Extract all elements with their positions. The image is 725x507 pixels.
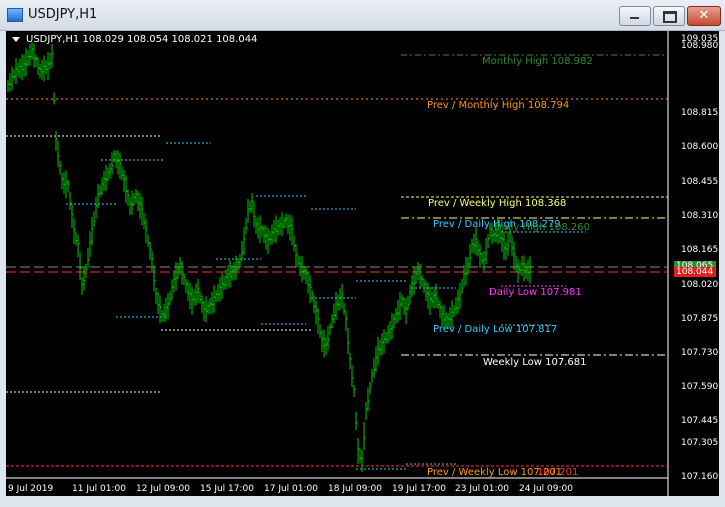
maximize-icon bbox=[663, 11, 677, 23]
maximize-button[interactable] bbox=[653, 6, 685, 26]
time-tick-label: 11 Jul 01:00 bbox=[72, 484, 126, 494]
current-price-tag: 108.044 bbox=[674, 267, 716, 277]
chart-canvas[interactable] bbox=[6, 31, 719, 496]
terminal-window: USDJPY,H1 ✕ USDJPY,H1 108.029 108.054 10… bbox=[0, 0, 725, 507]
price-tick-label: 107.445 bbox=[681, 416, 719, 426]
time-tick-label: 18 Jul 09:00 bbox=[328, 484, 382, 494]
symbol-info-bar[interactable]: USDJPY,H1 108.029 108.054 108.021 108.04… bbox=[12, 34, 257, 45]
daily-low-label: Daily Low 107.981 bbox=[489, 287, 582, 298]
price-tick-label: 108.980 bbox=[681, 41, 719, 51]
monthly-high-label: Monthly High 108.982 bbox=[482, 56, 593, 67]
minimize-button[interactable] bbox=[619, 6, 651, 26]
close-icon: ✕ bbox=[698, 8, 710, 23]
daily-high-label: Daily High 108.260 bbox=[494, 222, 590, 233]
time-tick-label: 12 Jul 09:00 bbox=[136, 484, 190, 494]
symbol-info-text: USDJPY,H1 108.029 108.054 108.021 108.04… bbox=[26, 34, 258, 45]
time-tick-label: 24 Jul 09:00 bbox=[519, 484, 573, 494]
price-tick-label: 108.600 bbox=[681, 142, 719, 152]
minimize-icon bbox=[630, 17, 639, 19]
prev-daily-low-label: Prev / Daily Low 107.817 bbox=[433, 324, 558, 335]
time-tick-label: 23 Jul 01:00 bbox=[455, 484, 509, 494]
price-tick-label: 107.730 bbox=[681, 348, 719, 358]
price-tick-label: 108.020 bbox=[681, 280, 719, 290]
time-tick-label: 15 Jul 17:00 bbox=[200, 484, 254, 494]
time-tick-label: 19 Jul 17:00 bbox=[392, 484, 446, 494]
price-tick-label: 108.815 bbox=[681, 108, 719, 118]
prev-monthly-high-label: Prev / Monthly High 108.794 bbox=[427, 100, 570, 111]
weekly-low-label: Weekly Low 107.681 bbox=[483, 357, 587, 368]
prev-weekly-low-label: Prev / Weekly Low 107.201 bbox=[427, 467, 563, 478]
price-tick-label: 107.160 bbox=[681, 472, 719, 482]
time-tick-label: 9 Jul 2019 bbox=[8, 484, 54, 494]
price-tick-label: 108.310 bbox=[681, 211, 719, 221]
price-tick-label: 108.165 bbox=[681, 245, 719, 255]
prev-weekly-high-label: Prev / Weekly High 108.368 bbox=[428, 198, 567, 209]
price-tick-label: 108.455 bbox=[681, 177, 719, 187]
price-tick-label: 107.875 bbox=[681, 314, 719, 324]
period-segments bbox=[6, 135, 456, 470]
price-tick-label: 107.590 bbox=[681, 382, 719, 392]
price-tick-label: 107.305 bbox=[681, 438, 719, 448]
window-bottom-border bbox=[0, 496, 725, 507]
time-tick-label: 17 Jul 01:00 bbox=[264, 484, 318, 494]
price-chart[interactable]: USDJPY,H1 108.029 108.054 108.021 108.04… bbox=[6, 31, 719, 496]
dropdown-arrow-icon[interactable] bbox=[12, 36, 20, 42]
chart-window-icon bbox=[7, 8, 23, 22]
close-button[interactable]: ✕ bbox=[687, 6, 721, 26]
window-title: USDJPY,H1 bbox=[28, 7, 98, 22]
title-bar[interactable]: USDJPY,H1 ✕ bbox=[0, 0, 725, 31]
